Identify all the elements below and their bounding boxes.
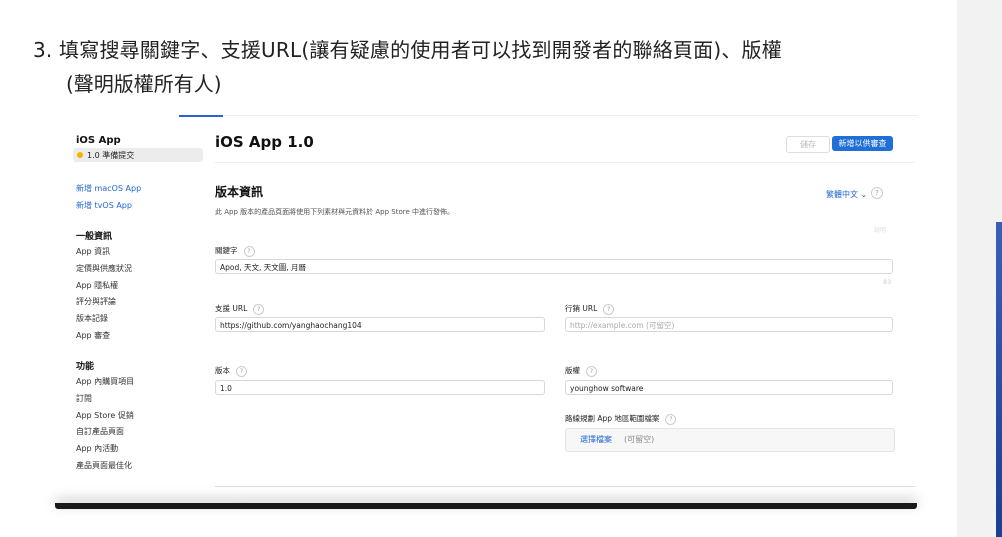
keywords-char-count: 83: [883, 278, 892, 286]
features-heading: 功能: [76, 362, 95, 372]
sidebar-item-in-app-events[interactable]: App 內活動: [76, 443, 118, 454]
sidebar-item-app-review[interactable]: App 審查: [76, 330, 110, 341]
section-accent: [179, 115, 223, 117]
language-selector[interactable]: 繁體中文 ⌄: [826, 189, 867, 200]
keywords-label-text: 關鍵字: [215, 246, 238, 255]
section-title: 版本資訊: [215, 185, 264, 199]
version-label: 版本?: [215, 365, 247, 377]
sidebar-item-app-info[interactable]: App 資訊: [76, 246, 110, 257]
main-panel: iOS App 1.0 儲存 新增以供審查 版本資訊 繁體中文 ⌄ ? 此 Ap…: [215, 118, 915, 508]
status-dot-icon: [77, 152, 83, 158]
help-icon[interactable]: ?: [236, 365, 247, 377]
page-title: iOS App 1.0: [215, 133, 314, 151]
sidebar-item-ratings[interactable]: 評分與評論: [76, 296, 116, 307]
add-macos-link[interactable]: 新增 macOS App: [76, 183, 141, 194]
help-icon[interactable]: ?: [586, 365, 597, 377]
sidebar-item-promotions[interactable]: App Store 促銷: [76, 410, 134, 421]
sidebar-item-pricing[interactable]: 定價與供應狀況: [76, 263, 132, 274]
routing-file-label: 路線規劃 App 地區範圍檔案?: [565, 413, 677, 425]
general-heading: 一般資訊: [76, 232, 113, 242]
marketing-url-label: 行銷 URL?: [565, 303, 615, 315]
marketing-url-input[interactable]: http://example.com (可留空): [565, 317, 893, 332]
sidebar-app-title: iOS App: [76, 135, 121, 146]
help-icon[interactable]: ?: [871, 187, 883, 199]
sidebar-item-subscriptions[interactable]: 訂閱: [76, 393, 92, 404]
section-description: 此 App 版本的產品頁面將使用下列素材與元資料於 App Store 中進行發…: [215, 208, 454, 216]
optional-hint: (可留空): [624, 435, 655, 444]
sidebar-item-privacy[interactable]: App 隱私權: [76, 280, 118, 291]
sidebar-item-version-history[interactable]: 版本記錄: [76, 313, 108, 324]
version-label-text: 版本: [215, 366, 230, 375]
help-icon[interactable]: ?: [253, 303, 265, 315]
support-url-label: 支援 URL?: [215, 303, 265, 315]
save-button[interactable]: 儲存: [786, 136, 830, 153]
instruction-line-1: 3. 填寫搜尋關鍵字、支援URL(讓有疑慮的使用者可以找到開發者的聯絡頁面)、版…: [33, 38, 782, 62]
sidebar-item-page-optimization[interactable]: 產品頁面最佳化: [76, 460, 132, 471]
submit-for-review-button[interactable]: 新增以供審查: [832, 136, 893, 151]
copyright-label-text: 版權: [565, 366, 580, 375]
app-store-connect-screenshot: iOS App 1.0 準備提交 新增 macOS App 新增 tvOS Ap…: [55, 118, 917, 508]
keywords-label: 關鍵字?: [215, 245, 255, 257]
faint-label: 說明: [874, 227, 887, 234]
sidebar: iOS App 1.0 準備提交 新增 macOS App 新增 tvOS Ap…: [55, 118, 205, 508]
sidebar-item-custom-pages[interactable]: 自訂產品頁面: [76, 426, 124, 437]
help-icon[interactable]: ?: [665, 413, 677, 425]
routing-file-label-text: 路線規劃 App 地區範圍檔案: [565, 414, 660, 423]
support-url-label-text: 支援 URL: [215, 304, 248, 313]
copyright-input[interactable]: younghow software: [565, 380, 893, 395]
keywords-input[interactable]: Apod, 天文, 天文圖, 月曆: [215, 259, 893, 274]
divider: [215, 486, 915, 487]
version-input[interactable]: 1.0: [215, 380, 545, 395]
sidebar-item-iap[interactable]: App 內購買項目: [76, 376, 134, 387]
scroll-indicator: [996, 222, 1002, 537]
right-gutter: [957, 0, 1002, 537]
copyright-label: 版權?: [565, 365, 597, 377]
instruction-line-2: (聲明版權所有人): [66, 72, 222, 96]
version-status-label: 1.0 準備提交: [87, 151, 135, 160]
add-tvos-link[interactable]: 新增 tvOS App: [76, 200, 132, 211]
marketing-url-label-text: 行銷 URL: [565, 304, 598, 313]
routing-file-picker: 選擇檔案 (可留空): [565, 428, 895, 452]
help-icon[interactable]: ?: [603, 303, 615, 315]
divider: [215, 162, 915, 163]
screenshot-shadow-edge: [55, 503, 917, 509]
support-url-input[interactable]: https://github.com/yanghaochang104: [215, 317, 545, 332]
choose-file-button[interactable]: 選擇檔案: [580, 434, 612, 445]
help-icon[interactable]: ?: [243, 245, 255, 257]
divider: [223, 115, 918, 116]
sidebar-item-version[interactable]: 1.0 準備提交: [73, 148, 203, 162]
